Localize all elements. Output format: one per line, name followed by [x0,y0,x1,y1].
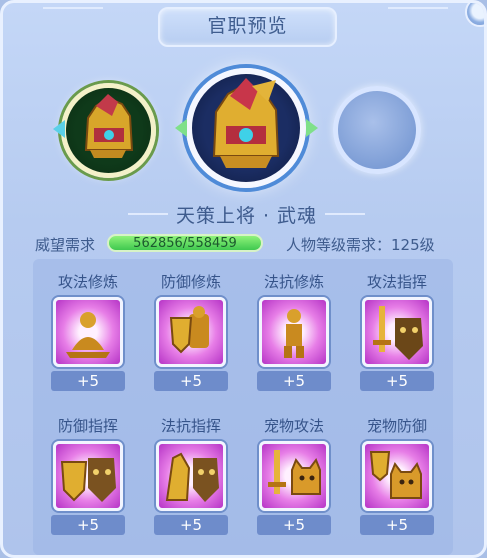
bonus-cell[interactable]: 防御指挥 +5 [43,415,133,535]
bonus-value: +5 [360,515,434,535]
top-left-ornament [43,7,103,29]
bonus-label: 防御修炼 [160,273,221,291]
bonus-cell[interactable]: 攻法指挥 +5 [352,271,442,391]
sword-cat-icon[interactable] [259,441,329,511]
bonus-cell[interactable]: 攻法修炼 +5 [43,271,133,391]
bonus-label: 宠物防御 [366,417,427,435]
shield-cat-icon[interactable] [362,441,432,511]
shield-tiger-icon[interactable] [53,441,123,511]
bonus-cell[interactable]: 法抗指挥 +5 [146,415,236,535]
bonus-value: +5 [154,515,228,535]
bonus-cell[interactable]: 防御修炼 +5 [146,271,236,391]
chevron-left-icon[interactable] [53,120,65,138]
prestige-bar: 562856/558459 [107,234,263,252]
golden-helmet-icon [212,78,280,168]
armor-shield-icon[interactable] [156,297,226,367]
rank-name-row: 天策上将 · 武魂 [3,201,484,228]
bonus-label: 法抗指挥 [160,417,221,435]
right-flourish [325,212,366,221]
bonus-label: 攻法指挥 [366,273,427,291]
sword-tiger-icon[interactable] [362,297,432,367]
bonus-grid: 攻法修炼 +5 防御修炼 +5 法抗修炼 +5 攻法指挥 +5 防御指挥 +5 … [33,259,453,555]
close-button[interactable] [465,3,484,27]
chevron-left-icon[interactable] [175,119,187,137]
bonus-cell[interactable]: 宠物防御 +5 [352,415,442,535]
bonus-label: 攻法修炼 [57,273,118,291]
bonus-value: +5 [154,371,228,391]
meditating-figure-icon[interactable] [53,297,123,367]
level-requirement: 人物等级需求：125级 [286,236,435,254]
top-right-ornament [388,7,448,29]
hand-tiger-icon[interactable] [156,441,226,511]
rank-name: 天策上将 · 武魂 [175,205,318,227]
bonus-label: 防御指挥 [57,417,118,435]
chevron-right-icon[interactable] [306,119,318,137]
previous-rank-emblem[interactable] [61,83,156,178]
prestige-label: 威望需求 [35,236,96,254]
bonus-value: +5 [257,371,331,391]
left-flourish [127,212,168,221]
bonus-value: +5 [360,371,434,391]
bonus-label: 法抗修炼 [263,273,324,291]
bonus-label: 宠物攻法 [263,417,324,435]
current-rank-emblem[interactable] [186,68,306,188]
golden-figure-icon[interactable] [259,297,329,367]
official-rank-preview-panel: 官职预览 天策上将 · 武魂 威望需求 562856/558459 人物等级需求… [0,0,487,558]
next-rank-emblem[interactable] [333,86,421,174]
panel-title: 官职预览 [158,7,337,47]
bonus-value: +5 [257,515,331,535]
golden-helmet-icon [84,94,134,158]
bonus-value: +5 [51,371,125,391]
bonus-cell[interactable]: 法抗修炼 +5 [249,271,339,391]
bonus-cell[interactable]: 宠物攻法 +5 [249,415,339,535]
bonus-value: +5 [51,515,125,535]
